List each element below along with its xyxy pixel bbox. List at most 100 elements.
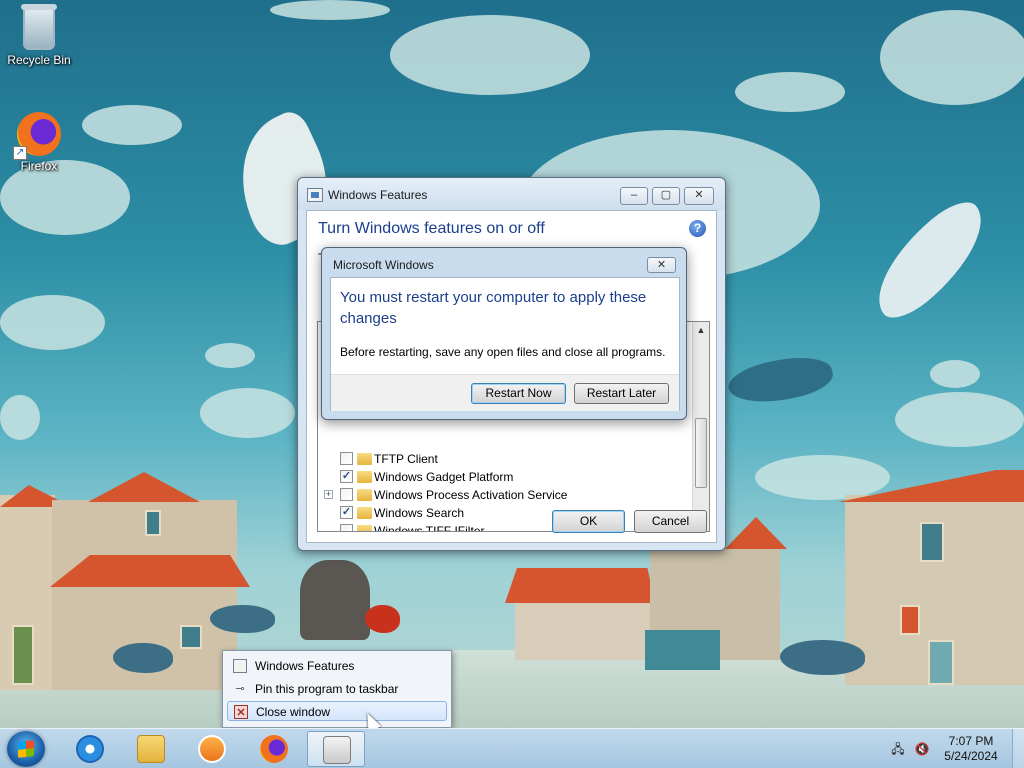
folder-icon bbox=[357, 453, 372, 465]
jumplist-item-label: Windows Features bbox=[255, 659, 355, 673]
minimize-button[interactable]: ‒ bbox=[620, 187, 648, 205]
dialog-title: Microsoft Windows bbox=[333, 258, 434, 272]
clock-time: 7:07 PM bbox=[948, 734, 994, 748]
wallpaper-cloud bbox=[82, 105, 182, 145]
wallpaper-cloud bbox=[895, 392, 1024, 447]
wallpaper-window bbox=[900, 605, 920, 635]
taskbar-jumplist: Windows Features ⊸ Pin this program to t… bbox=[222, 650, 452, 728]
windows-logo-icon bbox=[18, 740, 34, 758]
taskbar-button-media-player[interactable] bbox=[183, 731, 241, 767]
dialog-message: Before restarting, save any open files a… bbox=[340, 345, 666, 359]
wallpaper-pigeon bbox=[210, 605, 275, 633]
network-icon[interactable]: 🖧 bbox=[890, 741, 906, 757]
jumplist-item-pin[interactable]: ⊸ Pin this program to taskbar bbox=[227, 679, 447, 699]
internet-explorer-icon bbox=[76, 735, 104, 763]
volume-muted-icon[interactable]: 🔇 bbox=[914, 741, 930, 757]
restart-now-button[interactable]: Restart Now bbox=[471, 383, 566, 404]
feature-label: Windows Gadget Platform bbox=[374, 470, 514, 484]
folder-icon bbox=[357, 471, 372, 483]
maximize-icon: ▢ bbox=[660, 189, 672, 201]
feature-label: Windows Process Activation Service bbox=[374, 488, 568, 502]
windows-features-icon bbox=[233, 659, 247, 673]
wallpaper-cloud bbox=[390, 15, 590, 95]
firefox-icon bbox=[260, 735, 288, 763]
wallpaper-cloud bbox=[755, 455, 890, 500]
wallpaper-cloud bbox=[735, 72, 845, 112]
jumplist-item-label: Close window bbox=[256, 705, 331, 719]
taskbar-button-internet-explorer[interactable] bbox=[61, 731, 119, 767]
restart-later-button[interactable]: Restart Later bbox=[574, 383, 669, 404]
feature-row[interactable]: ✓ Windows Search bbox=[318, 504, 688, 522]
wallpaper-fountain bbox=[300, 560, 370, 640]
system-clock[interactable]: 7:07 PM 5/24/2024 bbox=[938, 734, 1004, 764]
wallpaper-door bbox=[928, 640, 954, 685]
feature-checkbox[interactable] bbox=[340, 488, 353, 501]
taskbar-button-windows-features[interactable] bbox=[307, 731, 365, 767]
feature-checkbox[interactable] bbox=[340, 452, 353, 465]
dialog-content: You must restart your computer to apply … bbox=[330, 277, 680, 411]
folder-icon bbox=[357, 489, 372, 501]
windows-features-icon bbox=[307, 188, 323, 202]
media-player-icon bbox=[198, 735, 226, 763]
wallpaper-flying-bird bbox=[725, 351, 836, 409]
firefox-icon: ↗ bbox=[13, 112, 61, 160]
restart-dialog: Microsoft Windows ✕ You must restart you… bbox=[321, 247, 687, 420]
desktop-icon-firefox[interactable]: ↗ Firefox bbox=[1, 112, 77, 173]
pin-icon: ⊸ bbox=[235, 683, 245, 695]
wallpaper-cloud bbox=[930, 360, 980, 388]
jumplist-item-close-window[interactable]: ✕ Close window bbox=[227, 701, 447, 721]
desktop-icon-label: Firefox bbox=[20, 159, 58, 173]
feature-checkbox[interactable] bbox=[340, 524, 353, 531]
features-scrollbar[interactable]: ▲ ▼ bbox=[692, 322, 709, 531]
feature-row[interactable]: ✓ Windows Gadget Platform bbox=[318, 468, 688, 486]
taskbar-button-firefox[interactable] bbox=[245, 731, 303, 767]
feature-checkbox[interactable]: ✓ bbox=[340, 470, 353, 483]
dialog-close-button[interactable]: ✕ bbox=[647, 257, 676, 273]
wallpaper-pigeon bbox=[113, 643, 173, 673]
dialog-heading: You must restart your computer to apply … bbox=[340, 289, 647, 327]
desktop-icon-label: Recycle Bin bbox=[7, 53, 71, 67]
close-window-icon: ✕ bbox=[234, 705, 248, 719]
wallpaper-kiosk bbox=[645, 630, 720, 670]
wallpaper-cloud bbox=[880, 10, 1024, 105]
close-icon: ✕ bbox=[656, 259, 667, 271]
feature-checkbox[interactable]: ✓ bbox=[340, 506, 353, 519]
folder-icon bbox=[357, 525, 372, 531]
clock-date: 5/24/2024 bbox=[944, 749, 998, 763]
wallpaper-roof bbox=[725, 517, 787, 549]
window-titlebar[interactable]: Windows Features ‒ ▢ ✕ bbox=[298, 178, 725, 210]
desktop-icon-recycle-bin[interactable]: Recycle Bin bbox=[1, 4, 77, 67]
jumplist-item-label: Pin this program to taskbar bbox=[255, 682, 399, 696]
wallpaper-cloud bbox=[200, 388, 295, 438]
start-button[interactable] bbox=[7, 731, 45, 767]
wallpaper-feather bbox=[857, 192, 1003, 328]
feature-row[interactable]: Windows TIFF IFilter bbox=[318, 522, 688, 531]
wallpaper-door bbox=[12, 625, 34, 685]
wallpaper-roof bbox=[505, 568, 655, 603]
scroll-up-icon[interactable]: ▲ bbox=[693, 322, 709, 338]
wallpaper-window bbox=[920, 522, 944, 562]
feature-row[interactable]: + Windows Process Activation Service bbox=[318, 486, 688, 504]
wallpaper-red-bird bbox=[365, 605, 400, 633]
show-desktop-button[interactable] bbox=[1012, 729, 1024, 768]
feature-label: Windows Search bbox=[374, 506, 465, 520]
wallpaper-cloud bbox=[270, 0, 390, 20]
scroll-thumb[interactable] bbox=[695, 418, 707, 488]
help-icon[interactable]: ? bbox=[689, 220, 706, 237]
maximize-button[interactable]: ▢ bbox=[652, 187, 680, 205]
wallpaper-cloud bbox=[0, 395, 40, 440]
jumplist-item-windows-features[interactable]: Windows Features bbox=[227, 656, 447, 676]
wallpaper-window bbox=[180, 625, 202, 649]
wallpaper-cloud bbox=[205, 343, 255, 368]
feature-row[interactable]: TFTP Client bbox=[318, 450, 688, 468]
taskbar-button-file-explorer[interactable] bbox=[122, 731, 180, 767]
ok-button[interactable]: OK bbox=[552, 510, 625, 533]
windows-features-icon bbox=[323, 736, 351, 764]
expand-icon[interactable]: + bbox=[324, 490, 333, 499]
taskbar: 🖧 🔇 7:07 PM 5/24/2024 bbox=[0, 728, 1024, 768]
features-heading: Turn Windows features on or off bbox=[318, 220, 545, 237]
feature-label: TFTP Client bbox=[374, 452, 438, 466]
cancel-button[interactable]: Cancel bbox=[634, 510, 707, 533]
recycle-bin-icon bbox=[21, 4, 57, 50]
close-button[interactable]: ✕ bbox=[684, 187, 714, 205]
